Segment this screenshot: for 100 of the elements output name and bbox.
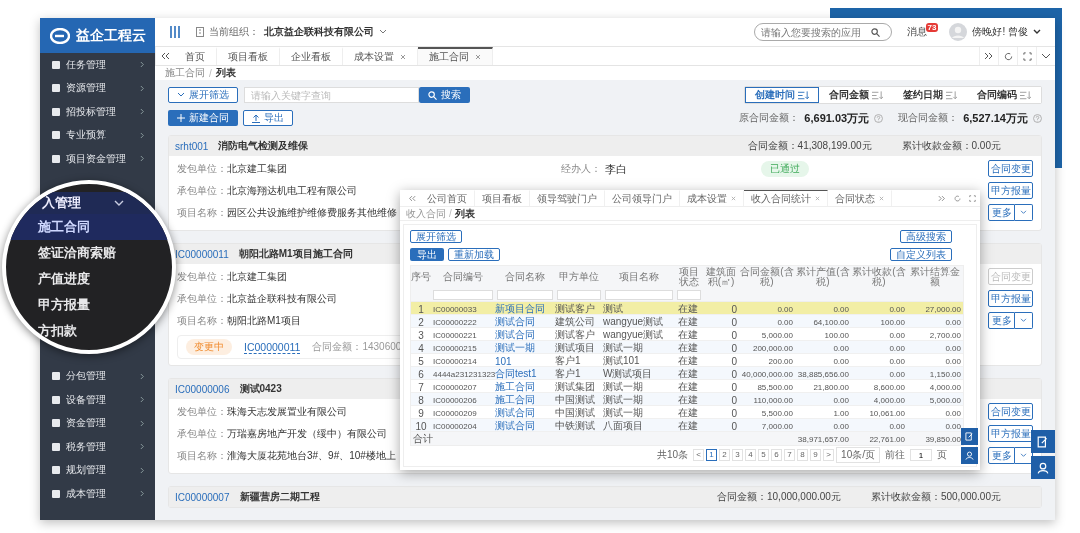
sidebar-item[interactable]: 规划管理 <box>40 458 155 482</box>
column-filter-field[interactable] <box>677 289 701 300</box>
sidebar-item[interactable]: 成本管理 <box>40 482 155 506</box>
contract-code[interactable]: IC00000006 <box>175 383 230 395</box>
sidebar-item[interactable]: 分包管理 <box>40 364 155 388</box>
column-filter-field[interactable] <box>605 289 673 300</box>
help-icon[interactable] <box>874 113 884 123</box>
table-row[interactable]: 8 IC00000206 施工合同 中国测试 测试一期 在建 0 110,000.00 0.00 4,000.00 5,000.00 <box>411 393 963 406</box>
dropdown-button[interactable] <box>1015 447 1033 464</box>
page-button[interactable]: 3 <box>732 449 744 461</box>
action-button[interactable]: 甲方报量 <box>988 425 1033 442</box>
page-tab[interactable]: 合同状态 <box>828 190 892 206</box>
submenu-item[interactable]: 甲方报量 <box>6 292 172 318</box>
table-cell-text: 5,500.00 <box>760 408 794 418</box>
refresh-icon[interactable] <box>954 194 961 202</box>
messages-link[interactable]: 消息 <box>906 25 927 40</box>
page-tab[interactable]: 公司领导门户 <box>605 190 680 206</box>
action-button[interactable]: 甲方报量 <box>988 182 1033 199</box>
contract-code[interactable]: IC00000011 <box>175 248 229 260</box>
page-tab[interactable]: 收入合同统计 <box>744 190 828 206</box>
table-row[interactable]: 4 IC00000215 测试一期 测试项目 测试一期 在建 0 200,000.00 0.00 0.00 0.00 <box>411 341 963 354</box>
page-tab[interactable]: 领导驾驶门户 <box>530 190 605 206</box>
expand-filter-button[interactable]: 展开筛选 <box>410 230 462 243</box>
column-filter-field[interactable] <box>497 289 553 300</box>
sidebar-item[interactable]: 专业预算 <box>40 123 155 147</box>
change-code-link[interactable]: IC00000011 <box>244 340 301 354</box>
export-button[interactable]: 导出 <box>410 248 444 261</box>
double-chevron-right-icon[interactable] <box>938 194 946 202</box>
page-button[interactable]: 5 <box>758 449 770 461</box>
page-tab[interactable]: 首页 <box>174 47 217 65</box>
page-tab[interactable]: 项目看板 <box>217 47 280 65</box>
prev-page-button[interactable]: < <box>693 449 705 461</box>
breadcrumb-link[interactable]: 施工合同 <box>165 66 205 80</box>
sort-button[interactable]: 创建时间 <box>745 87 819 103</box>
page-tab[interactable]: 施工合同 <box>418 47 493 65</box>
page-input[interactable]: 1 <box>910 449 932 461</box>
fullscreen-icon[interactable] <box>969 194 976 202</box>
page-size-select[interactable]: 10条/页 <box>836 447 880 463</box>
page-button[interactable]: 9 <box>810 449 822 461</box>
custom-columns-button[interactable]: 自定义列表 <box>890 248 952 261</box>
double-chevron-left-icon[interactable] <box>408 194 416 202</box>
dropdown-button[interactable] <box>1015 204 1033 221</box>
contract-code[interactable]: IC00000007 <box>175 491 230 503</box>
more-button[interactable]: 更多 <box>988 447 1015 464</box>
table-row[interactable]: 2 IC00000222 测试合同 建筑公司 wangyue测试 在建 0 0.00 64,100.00 100.00 0.00 <box>411 315 963 328</box>
column-filter-field[interactable] <box>433 289 493 300</box>
help-icon[interactable] <box>1033 113 1042 123</box>
next-page-button[interactable]: > <box>823 449 835 461</box>
table-row[interactable]: 10 IC00000204 测试合同 中铁测试 八面项目 在建 0 7,000.00 0.00 0.00 0.00 <box>411 419 963 432</box>
table-cell-text: 八面项目 <box>603 419 644 433</box>
new-contract-button[interactable]: 新建合同 <box>168 110 238 126</box>
submenu-item[interactable]: 签证洽商索赔 <box>6 240 172 266</box>
more-button[interactable]: 更多 <box>988 312 1015 329</box>
action-button[interactable]: 甲方报量 <box>988 290 1033 307</box>
dropdown-button[interactable] <box>1015 312 1033 329</box>
close-icon[interactable] <box>815 196 820 201</box>
search-button[interactable]: 搜索 <box>419 87 470 103</box>
feedback-button[interactable] <box>961 428 978 445</box>
chevron-down-icon[interactable] <box>1033 29 1041 36</box>
table-row[interactable]: 1 IC00000033 新项目合同 测试客户 测试 在建 0 0.00 0.00 0.00 27,000.00 <box>411 302 963 315</box>
column-filter-field[interactable] <box>557 289 601 300</box>
page-tab[interactable]: 公司首页 <box>420 190 475 206</box>
advanced-search-button[interactable]: 高级搜索 <box>900 230 952 243</box>
sidebar-item[interactable]: 任务管理 <box>40 53 155 77</box>
avatar-icon[interactable] <box>949 23 968 42</box>
sidebar-item[interactable]: 资金管理 <box>40 411 155 435</box>
page-tab[interactable]: 项目看板 <box>475 190 530 206</box>
page-button[interactable]: 8 <box>797 449 809 461</box>
sidebar-item[interactable]: 税务管理 <box>40 435 155 459</box>
contact-button[interactable] <box>1031 456 1055 479</box>
reload-button[interactable]: 重新加载 <box>448 248 500 261</box>
keyword-search-field[interactable]: 请输入关键字查询 <box>244 87 419 103</box>
sidebar-item[interactable]: 资源管理 <box>40 76 155 100</box>
page-button[interactable]: 1 <box>706 449 718 461</box>
more-button[interactable]: 更多 <box>988 204 1015 221</box>
page-button[interactable]: 6 <box>771 449 783 461</box>
expand-filter-button[interactable]: 展开筛选 <box>168 87 238 103</box>
sidebar-item[interactable]: 设备管理 <box>40 388 155 412</box>
page-tab[interactable]: 企业看板 <box>280 47 343 65</box>
page-button[interactable]: 7 <box>784 449 796 461</box>
action-button[interactable]: 合同变更 <box>988 403 1033 420</box>
table-cell-text: IC00000221 <box>432 330 478 340</box>
org-selector[interactable]: 北京益企联科技有限公司 <box>264 25 374 40</box>
close-icon[interactable] <box>400 54 406 61</box>
user-greeting[interactable]: 傍晚好! 曾俊 <box>972 25 1028 40</box>
close-icon[interactable] <box>475 54 481 61</box>
close-icon[interactable] <box>731 196 736 201</box>
contract-code[interactable]: srht001 <box>175 140 209 152</box>
action-button[interactable]: 合同变更 <box>988 160 1033 177</box>
page-tab[interactable]: 成本设置 <box>680 190 744 206</box>
close-icon[interactable] <box>879 196 884 201</box>
table-row[interactable]: 6 4444a231231323合同test1 客户1 W测试项目 在建 0 40,000,000.00 38,885,656.00 0.00 1,150.00 <box>411 367 963 380</box>
sidebar-item[interactable]: 招投标管理 <box>40 100 155 124</box>
page-button[interactable]: 2 <box>719 449 731 461</box>
submenu-item[interactable]: 产值进度 <box>6 266 172 292</box>
contact-button[interactable] <box>961 447 978 464</box>
feedback-button[interactable] <box>1031 430 1055 453</box>
export-button[interactable]: 导出 <box>243 110 293 126</box>
page-button[interactable]: 4 <box>745 449 757 461</box>
sidebar-item[interactable]: 项目资金管理 <box>40 147 155 171</box>
